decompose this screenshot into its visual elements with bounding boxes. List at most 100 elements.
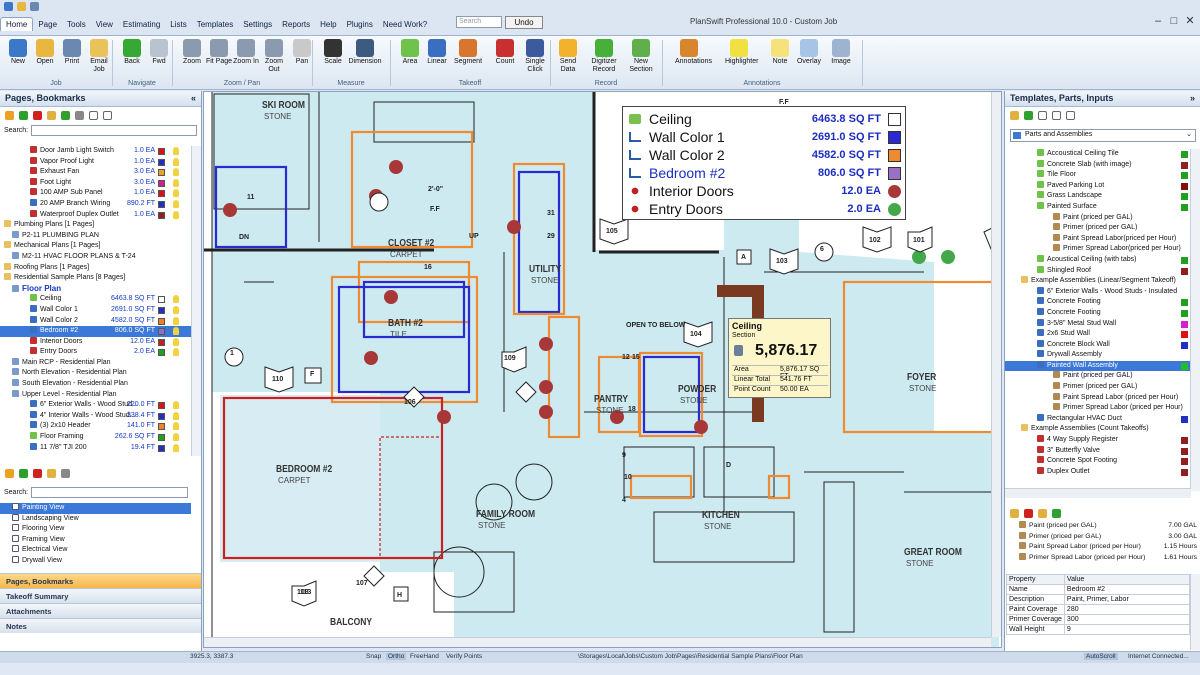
view-item[interactable]: Framing View <box>0 534 191 546</box>
tree-item[interactable]: Interior Doors 12.0 EA <box>0 336 191 348</box>
part-item[interactable]: Primer (priced per GAL) <box>1005 223 1190 234</box>
part-item[interactable]: Concrete Footing <box>1005 307 1190 319</box>
collapse-panel-icon[interactable]: « <box>191 93 196 103</box>
tree-item[interactable]: P2-11 PLUMBING PLAN <box>0 230 191 242</box>
count-button[interactable]: Count <box>491 38 519 82</box>
tree-item[interactable]: M2-11 HVAC FLOOR PLANS & T-24 <box>0 251 191 263</box>
add-icon[interactable] <box>19 110 28 120</box>
tree-item[interactable]: Mechanical Plans [1 Pages] <box>0 241 191 252</box>
menu-tab-help[interactable]: Help <box>315 18 341 31</box>
visibility-bulb-icon[interactable] <box>173 199 179 208</box>
freehand-toggle[interactable]: FreeHand <box>410 653 439 660</box>
color-swatch[interactable] <box>158 338 165 346</box>
parts-tree-scrollbar[interactable] <box>1190 149 1200 491</box>
part-item[interactable]: 4 Way Supply Register <box>1005 435 1190 446</box>
menu-tab-estimating[interactable]: Estimating <box>118 18 165 31</box>
tree-item[interactable]: Door Jamb Light Switch 1.0 EA <box>0 146 191 157</box>
sort-order-icon[interactable] <box>75 110 84 120</box>
refresh-icon[interactable] <box>61 110 70 120</box>
email-job-button[interactable]: Email Job <box>85 38 113 82</box>
color-swatch[interactable] <box>158 434 165 442</box>
tree-item[interactable]: 11 7/8" TJI 200 19.4 FT <box>0 442 191 454</box>
print-button[interactable]: Print <box>58 38 86 82</box>
area-button[interactable]: Area <box>396 38 424 82</box>
section-pages-bookmarks[interactable]: Pages, Bookmarks <box>0 573 201 588</box>
view-item[interactable]: Electrical View <box>0 545 191 556</box>
tree-item[interactable]: Wall Color 1 2691.0 SQ FT <box>0 304 191 316</box>
tree-item[interactable]: 4" Interior Walls - Wood Stud... 338.4 FT <box>0 410 191 422</box>
parts-horizontal-scrollbar[interactable] <box>1005 488 1191 498</box>
tree-item[interactable]: Upper Level - Residential Plan <box>0 389 191 401</box>
property-value[interactable]: Bedroom #2 <box>1063 584 1191 595</box>
tree-item[interactable]: Waterproof Duplex Outlet 1.0 EA <box>0 209 191 221</box>
part-item[interactable]: Paint (priced per GAL) <box>1005 212 1190 224</box>
color-swatch[interactable] <box>158 296 165 304</box>
part-item[interactable]: Concrete Block Wall <box>1005 339 1190 351</box>
menu-tab-plugins[interactable]: Plugins <box>342 18 378 31</box>
new-button[interactable]: New <box>4 38 32 82</box>
part-item[interactable]: Primer (priced per GAL) <box>1005 382 1190 393</box>
menu-tab-lists[interactable]: Lists <box>165 18 191 31</box>
color-swatch[interactable] <box>158 349 165 357</box>
visibility-bulb-icon[interactable] <box>173 348 179 357</box>
tree-item[interactable]: Floor Framing 262.6 SQ FT <box>0 432 191 443</box>
results-properties-icon[interactable] <box>1010 508 1019 518</box>
visibility-bulb-icon[interactable] <box>173 411 179 420</box>
linear-button[interactable]: Linear <box>423 38 451 82</box>
tree-item[interactable]: 20 AMP Branch Wiring 890.2 FT <box>0 198 191 210</box>
views-search-input[interactable] <box>31 486 188 498</box>
views-add-icon[interactable] <box>19 468 28 478</box>
visibility-bulb-icon[interactable] <box>173 422 179 431</box>
template-refresh-icon[interactable] <box>1024 110 1033 120</box>
expand-all-icon[interactable] <box>89 110 98 120</box>
part-item[interactable]: Example Assemblies (Count Takeoffs) <box>1005 424 1190 435</box>
tree-item[interactable]: Exhaust Fan 3.0 EA <box>0 167 191 178</box>
menu-tab-need-work[interactable]: Need Work? <box>378 18 432 31</box>
part-item[interactable]: Grass Landscape <box>1005 191 1190 202</box>
visibility-bulb-icon[interactable] <box>173 305 179 314</box>
part-item[interactable]: Painted Wall Assembly <box>1005 360 1190 372</box>
menu-tab-view[interactable]: View <box>91 18 118 31</box>
new-section-button[interactable]: New Section <box>627 38 655 82</box>
part-item[interactable]: Concrete Footing <box>1005 297 1190 308</box>
section-takeoff-summary[interactable]: Takeoff Summary <box>0 588 201 603</box>
visibility-bulb-icon[interactable] <box>173 337 179 346</box>
part-item[interactable]: Rectangular HVAC Duct <box>1005 413 1190 425</box>
fwd-button[interactable]: Fwd <box>145 38 173 82</box>
part-item[interactable]: Duplex Outlet <box>1005 466 1190 478</box>
tree-item[interactable]: Residential Sample Plans [8 Pages] <box>0 273 191 284</box>
color-swatch[interactable] <box>158 179 165 187</box>
open-button[interactable]: Open <box>31 38 59 82</box>
properties-icon[interactable] <box>47 110 56 120</box>
menu-tab-reports[interactable]: Reports <box>277 18 315 31</box>
part-item[interactable]: Drywall Assembly <box>1005 350 1190 361</box>
visibility-bulb-icon[interactable] <box>173 433 179 442</box>
visibility-bulb-icon[interactable] <box>173 443 179 452</box>
tree-item[interactable]: Wall Color 2 4582.0 SQ FT <box>0 315 191 327</box>
autoscroll-toggle[interactable]: AutoScroll <box>1084 653 1118 660</box>
visibility-bulb-icon[interactable] <box>173 210 179 219</box>
part-item[interactable]: Paved Parking Lot <box>1005 180 1190 192</box>
part-item[interactable]: 6" Exterior Walls - Wood Studs - Insulat… <box>1005 286 1190 298</box>
parts-dropdown[interactable]: Parts and Assemblies ⌄ <box>1010 129 1196 142</box>
color-swatch[interactable] <box>158 306 165 314</box>
back-button[interactable]: Back <box>118 38 146 82</box>
properties-scrollbar[interactable] <box>1190 574 1200 650</box>
digitizer-record-button[interactable]: Digitizer Record <box>590 38 618 82</box>
views-properties-icon[interactable] <box>47 468 56 478</box>
dimension-button[interactable]: Dimension <box>347 38 383 82</box>
property-value[interactable]: 9 <box>1063 624 1191 635</box>
part-item[interactable]: Accoustical Ceiling Tile <box>1005 149 1190 160</box>
tree-item[interactable]: Vapor Proof Light 1.0 EA <box>0 156 191 168</box>
tree-item[interactable]: 100 AMP Sub Panel 1.0 EA <box>0 188 191 199</box>
collapse-all-icon[interactable] <box>103 110 112 120</box>
image-button[interactable]: Image <box>827 38 855 82</box>
color-swatch[interactable] <box>158 148 165 155</box>
scale-button[interactable]: Scale <box>319 38 347 82</box>
section-notes[interactable]: Notes <box>0 618 201 633</box>
highlighter-button[interactable]: Highlighter <box>725 38 758 82</box>
maximize-icon[interactable]: □ <box>1166 15 1182 29</box>
color-swatch[interactable] <box>158 200 165 208</box>
zoom-button[interactable]: Zoom <box>178 38 206 82</box>
template-split-icon[interactable] <box>1038 110 1047 120</box>
